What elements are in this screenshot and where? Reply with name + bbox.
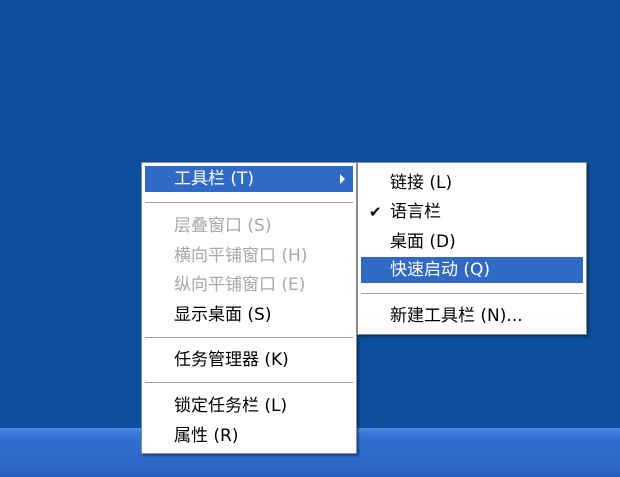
checkmark-icon: ✔ (369, 203, 382, 221)
menu-item-lock-taskbar[interactable]: 锁定任务栏 (L) (145, 393, 353, 419)
submenu-item-new-toolbar[interactable]: 新建工具栏 (N)... (361, 303, 583, 329)
submenu-item-links[interactable]: 链接 (L) (361, 170, 583, 196)
menu-separator (361, 293, 583, 294)
menu-separator (145, 202, 353, 203)
submenu-item-desktop[interactable]: 桌面 (D) (361, 229, 583, 255)
taskbar-context-menu: 工具栏 (T) 层叠窗口 (S) 横向平铺窗口 (H) 纵向平铺窗口 (E) 显… (141, 162, 357, 454)
menu-item-label: 桌面 (D) (390, 232, 456, 252)
menu-item-show-desktop[interactable]: 显示桌面 (S) (145, 302, 353, 328)
menu-item-label: 链接 (L) (390, 173, 453, 193)
menu-item-label: 纵向平铺窗口 (E) (174, 275, 306, 295)
menu-separator (145, 382, 353, 383)
menu-item-label: 工具栏 (T) (174, 169, 255, 189)
menu-item-toolbars[interactable]: 工具栏 (T) (145, 166, 353, 192)
submenu-item-quick-launch[interactable]: 快速启动 (Q) (361, 257, 583, 283)
toolbars-submenu: 链接 (L) ✔ 语言栏 桌面 (D) 快速启动 (Q) 新建工具栏 (N)..… (357, 162, 587, 335)
menu-item-task-manager[interactable]: 任务管理器 (K) (145, 347, 353, 373)
menu-item-label: 横向平铺窗口 (H) (174, 246, 308, 266)
menu-item-cascade-windows: 层叠窗口 (S) (145, 213, 353, 239)
menu-item-properties[interactable]: 属性 (R) (145, 423, 353, 449)
menu-item-label: 语言栏 (390, 202, 441, 222)
menu-item-label: 锁定任务栏 (L) (174, 396, 288, 416)
menu-item-label: 快速启动 (Q) (390, 260, 491, 280)
menu-item-label: 层叠窗口 (S) (174, 216, 272, 236)
menu-item-label: 显示桌面 (S) (174, 305, 272, 325)
menu-item-tile-horizontally: 横向平铺窗口 (H) (145, 243, 353, 269)
submenu-arrow-icon (340, 174, 345, 184)
menu-item-label: 新建工具栏 (N)... (390, 306, 523, 326)
menu-item-tile-vertically: 纵向平铺窗口 (E) (145, 272, 353, 298)
menu-item-label: 属性 (R) (174, 426, 239, 446)
menu-separator (145, 337, 353, 338)
submenu-item-language-bar[interactable]: ✔ 语言栏 (361, 199, 583, 225)
menu-item-label: 任务管理器 (K) (174, 350, 289, 370)
